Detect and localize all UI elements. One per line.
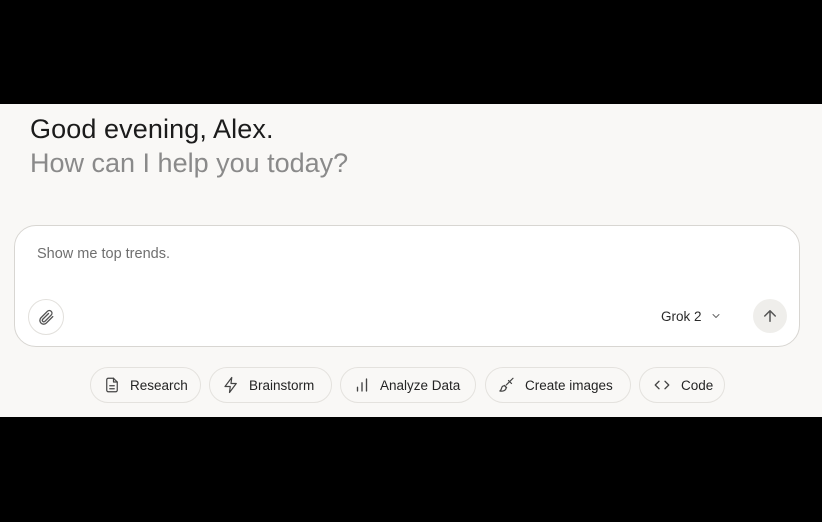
chip-label: Research [130,377,188,393]
chat-home: Good evening, Alex. How can I help you t… [0,104,822,417]
suggestion-chips: Research Brainstorm Analyze Data Create … [0,367,822,403]
paintbrush-icon [499,377,514,392]
chip-analyze-data[interactable]: Analyze Data [340,367,476,403]
chip-research[interactable]: Research [90,367,201,403]
chip-label: Code [681,377,714,393]
chip-label: Brainstorm [249,377,315,393]
bar-chart-icon [356,378,368,392]
chip-brainstorm[interactable]: Brainstorm [209,367,332,403]
chip-label: Analyze Data [380,377,461,393]
chevron-down-icon [712,314,720,318]
document-icon [106,377,118,393]
model-selector[interactable]: Grok 2 [661,304,722,328]
greeting-title: Good evening, Alex. [30,114,274,144]
attach-button[interactable] [28,299,64,335]
model-label: Grok 2 [661,308,702,324]
arrow-up-icon [764,310,776,322]
prompt-composer: Grok 2 [14,225,800,347]
chip-label: Create images [525,377,613,393]
send-button[interactable] [753,299,787,333]
letterbox-top [0,0,822,104]
paperclip-icon [39,309,54,325]
lightning-icon [224,376,237,394]
code-icon [654,380,670,390]
prompt-input[interactable] [37,246,637,262]
letterbox-bottom [0,417,822,522]
chip-create-images[interactable]: Create images [485,367,631,403]
chip-code[interactable]: Code [639,367,725,403]
greeting-subtitle: How can I help you today? [30,148,349,178]
